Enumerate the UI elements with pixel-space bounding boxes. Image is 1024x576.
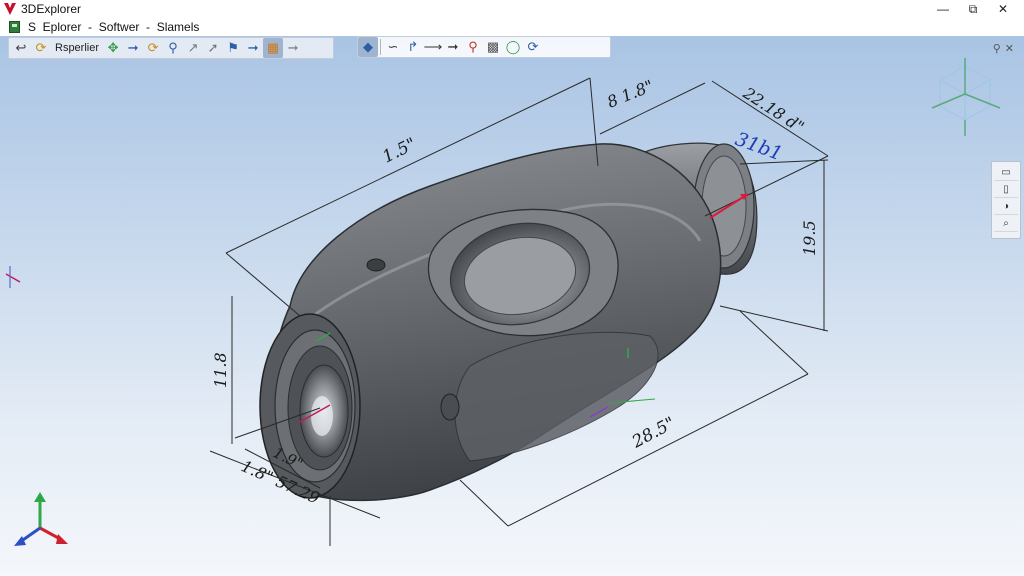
- dimension-shaft-length: 22.18 d": [739, 83, 808, 137]
- close-button[interactable]: ✕: [988, 0, 1018, 18]
- document-icon: [9, 21, 20, 33]
- window-controls: — ⧉ ✕: [928, 0, 1018, 18]
- maximize-button[interactable]: ⧉: [958, 0, 988, 18]
- origin-marker-icon: [5, 266, 21, 288]
- dimension-left-height: 11.8: [211, 352, 230, 388]
- axis-triad-icon: [14, 492, 68, 546]
- breadcrumb-bar: S Eplorer - Softwer - Slamels: [0, 18, 1024, 36]
- dimension-body-length: 28.5": [628, 413, 679, 453]
- model-scene: 1.5" 8 1.8" 22.18 d" 31b1 19.5 11.8 1.9"…: [5, 58, 1001, 546]
- minimize-button[interactable]: —: [928, 0, 958, 18]
- app-logo-icon: [2, 2, 18, 16]
- view-cube-icon[interactable]: [931, 58, 1001, 136]
- 3d-viewport[interactable]: ↩ ⟳ Rsperlier ✥ ➞ ⟳ ⚲ ↗ ➚ ⚑ ➞ ▦ ➞ ◆ ∽ ↱ …: [0, 36, 1024, 576]
- dimension-top-right: 8 1.8": [604, 76, 656, 112]
- app-title: 3DExplorer: [21, 2, 82, 16]
- breadcrumb: S Eplorer - Softwer - Slamels: [28, 20, 200, 34]
- title-bar: 3DExplorer — ⧉ ✕: [0, 0, 1024, 18]
- mechanical-part-model[interactable]: [259, 142, 758, 502]
- dimension-shaft-height: 19.5: [800, 220, 819, 256]
